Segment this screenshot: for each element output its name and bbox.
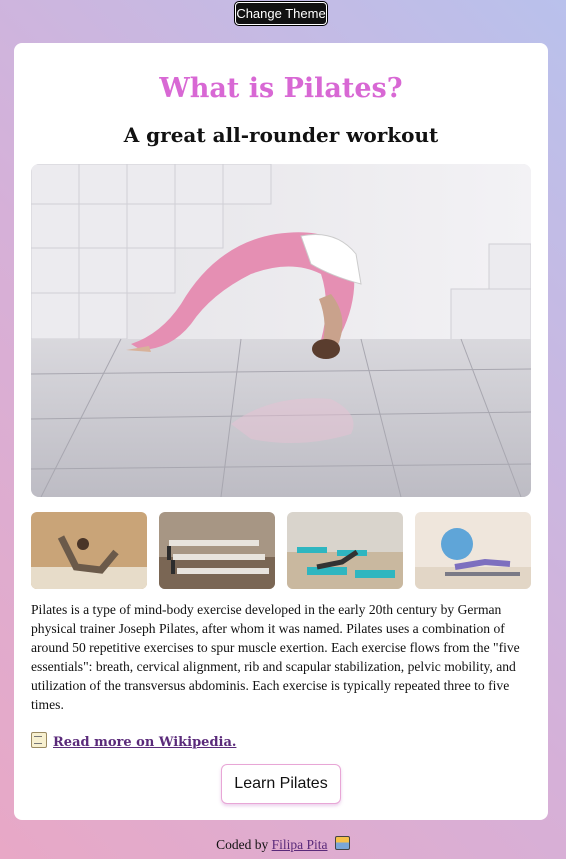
change-theme-button[interactable]: Change Theme bbox=[235, 2, 327, 25]
thumbnail-image bbox=[287, 512, 403, 589]
thumbnail-strip bbox=[31, 512, 531, 589]
hero-image bbox=[31, 164, 531, 497]
thumbnail-image bbox=[159, 512, 275, 589]
laptop-icon bbox=[334, 836, 350, 850]
description-paragraph: Pilates is a type of mind-body exercise … bbox=[31, 602, 520, 712]
memo-icon bbox=[31, 732, 47, 748]
footer-prefix: Coded by bbox=[216, 837, 269, 852]
learn-pilates-button[interactable]: Learn Pilates bbox=[221, 764, 341, 804]
page-title: What is Pilates? bbox=[159, 73, 403, 104]
wiki-link-row: Read more on Wikipedia. bbox=[31, 732, 236, 750]
author-link[interactable]: Filipa Pita bbox=[272, 837, 328, 852]
page-subtitle: A great all-rounder workout bbox=[123, 123, 439, 147]
thumbnail-image bbox=[31, 512, 147, 589]
thumbnail-image bbox=[415, 512, 531, 589]
wikipedia-link[interactable]: Read more on Wikipedia. bbox=[53, 735, 236, 750]
content-card: What is Pilates? A great all-rounder wor… bbox=[14, 43, 548, 820]
footer: Coded by Filipa Pita bbox=[0, 836, 566, 853]
